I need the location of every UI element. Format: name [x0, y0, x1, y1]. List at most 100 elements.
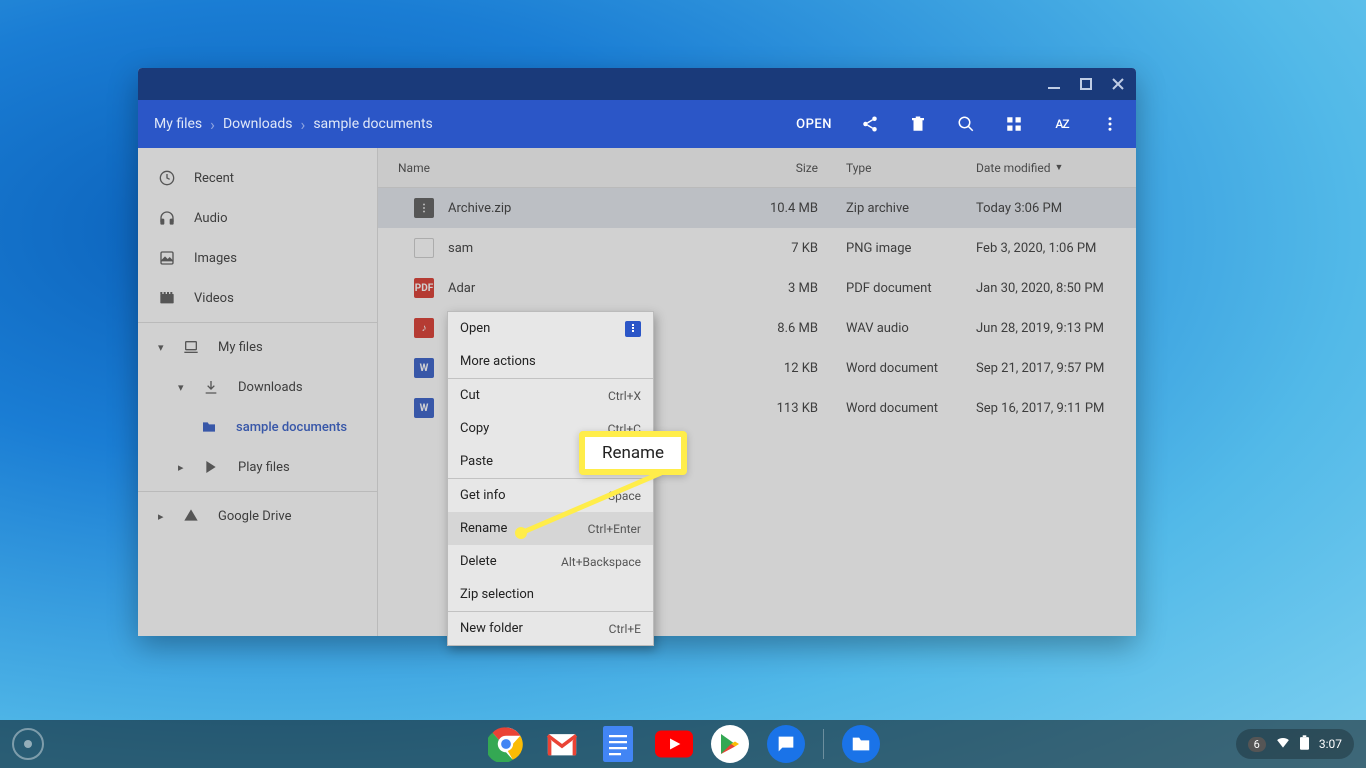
file-size: 3 MB [736, 281, 836, 296]
folder-icon [200, 418, 218, 436]
file-date: Sep 21, 2017, 9:57 PM [966, 361, 1136, 376]
file-type: Zip archive [836, 201, 966, 216]
breadcrumb-myfiles[interactable]: My files [154, 116, 202, 132]
view-grid-icon[interactable] [1004, 114, 1024, 134]
sidebar-item-recent[interactable]: Recent [138, 158, 377, 198]
ctx-rename[interactable]: RenameCtrl+Enter [448, 512, 653, 545]
notification-count-badge: 6 [1248, 737, 1266, 752]
sidebar-item-sampledocs[interactable]: sample documents [138, 407, 377, 447]
file-type: PNG image [836, 241, 966, 256]
maximize-button[interactable] [1078, 76, 1094, 92]
close-button[interactable] [1110, 76, 1126, 92]
pdf-file-icon: PDF [414, 278, 434, 298]
chromeos-shelf: 6 3:07 [0, 720, 1366, 768]
wifi-icon [1276, 736, 1290, 753]
file-date: Jan 30, 2020, 8:50 PM [966, 281, 1136, 296]
more-options-icon[interactable] [1100, 114, 1120, 134]
file-row[interactable]: sam 7 KBPNG imageFeb 3, 2020, 1:06 PM [378, 228, 1136, 268]
file-name: Adar [448, 281, 475, 296]
file-date: Sep 16, 2017, 9:11 PM [966, 401, 1136, 416]
laptop-icon [182, 338, 200, 356]
chevron-down-icon: ▾ [178, 381, 190, 394]
battery-icon [1300, 735, 1309, 753]
sidebar-item-label: Recent [194, 171, 234, 186]
share-icon[interactable] [860, 114, 880, 134]
gmail-app-icon[interactable] [543, 725, 581, 763]
search-icon[interactable] [956, 114, 976, 134]
file-size: 10.4 MB [736, 201, 836, 216]
ctx-more-actions[interactable]: More actions [448, 345, 653, 378]
file-name: sam [448, 241, 473, 256]
launcher-button[interactable] [12, 728, 44, 760]
doc-file-icon: W [414, 398, 434, 418]
docs-app-icon[interactable] [599, 725, 637, 763]
file-type: Word document [836, 401, 966, 416]
toolbar-actions: OPEN AZ [796, 114, 1120, 134]
column-header-size[interactable]: Size [736, 161, 836, 175]
ctx-get-info[interactable]: Get infoSpace [448, 479, 653, 512]
shelf-divider [823, 729, 824, 759]
column-header-type[interactable]: Type [836, 161, 966, 175]
play-icon [202, 458, 220, 476]
ctx-new-folder[interactable]: New folderCtrl+E [448, 612, 653, 645]
chevron-right-icon: ▸ [158, 510, 170, 523]
ctx-open[interactable]: Open [448, 312, 653, 345]
file-date: Feb 3, 2020, 1:06 PM [966, 241, 1136, 256]
chevron-right-icon: ▸ [178, 461, 190, 474]
ctx-cut[interactable]: CutCtrl+X [448, 379, 653, 412]
sidebar-item-images[interactable]: Images [138, 238, 377, 278]
column-header-date[interactable]: Date modified▼ [966, 161, 1136, 175]
breadcrumb: My files › Downloads › sample documents [154, 115, 796, 134]
doc-file-icon: W [414, 358, 434, 378]
sidebar-separator [138, 491, 377, 492]
sort-az-icon[interactable]: AZ [1052, 114, 1072, 134]
sidebar-item-label: sample documents [236, 420, 347, 435]
file-size: 8.6 MB [736, 321, 836, 336]
sidebar-item-label: Downloads [238, 380, 303, 395]
messages-app-icon[interactable] [767, 725, 805, 763]
file-size: 7 KB [736, 241, 836, 256]
clock-icon [158, 169, 176, 187]
breadcrumb-sampledocs[interactable]: sample documents [313, 116, 432, 132]
sidebar-item-label: Audio [194, 211, 227, 226]
delete-icon[interactable] [908, 114, 928, 134]
chrome-app-icon[interactable] [487, 725, 525, 763]
open-button[interactable]: OPEN [796, 114, 832, 134]
youtube-app-icon[interactable] [655, 725, 693, 763]
file-type: PDF document [836, 281, 966, 296]
minimize-button[interactable] [1046, 76, 1062, 92]
download-icon [202, 378, 220, 396]
chevron-right-icon: › [301, 115, 306, 134]
launcher-icon [24, 740, 32, 748]
file-row[interactable]: ⋮Archive.zip10.4 MBZip archiveToday 3:06… [378, 188, 1136, 228]
ctx-delete[interactable]: DeleteAlt+Backspace [448, 545, 653, 578]
aud-file-icon: ♪ [414, 318, 434, 338]
context-menu: Open More actions CutCtrl+X CopyCtrl+C P… [447, 311, 654, 646]
content-area: Recent Audio Images Videos ▾My files ▾ Do… [138, 148, 1136, 636]
system-tray[interactable]: 6 3:07 [1236, 729, 1354, 759]
sidebar-item-downloads[interactable]: ▾ Downloads [138, 367, 377, 407]
sidebar-item-myfiles[interactable]: ▾My files [138, 327, 377, 367]
file-type: WAV audio [836, 321, 966, 336]
tray-clock: 3:07 [1319, 737, 1342, 751]
chevron-down-icon: ▾ [158, 341, 170, 354]
sidebar-item-playfiles[interactable]: ▸ Play files [138, 447, 377, 487]
file-size: 113 KB [736, 401, 836, 416]
sidebar-item-label: Play files [238, 460, 290, 475]
sidebar-separator [138, 322, 377, 323]
column-header-name[interactable]: Name [378, 161, 736, 175]
sidebar-item-audio[interactable]: Audio [138, 198, 377, 238]
sidebar-item-label: Google Drive [218, 509, 291, 524]
breadcrumb-downloads[interactable]: Downloads [223, 116, 293, 132]
window-titlebar [138, 68, 1136, 100]
file-row[interactable]: PDF Adar 3 MBPDF documentJan 30, 2020, 8:5… [378, 268, 1136, 308]
sidebar-item-gdrive[interactable]: ▸ Google Drive [138, 496, 377, 536]
files-app-icon[interactable] [842, 725, 880, 763]
sidebar-item-videos[interactable]: Videos [138, 278, 377, 318]
zip-file-icon: ⋮ [414, 198, 434, 218]
sort-desc-icon: ▼ [1055, 162, 1064, 173]
playstore-app-icon[interactable] [711, 725, 749, 763]
sidebar-item-label: Videos [194, 291, 234, 306]
ctx-zip-selection[interactable]: Zip selection [448, 578, 653, 611]
file-date: Today 3:06 PM [966, 201, 1136, 216]
